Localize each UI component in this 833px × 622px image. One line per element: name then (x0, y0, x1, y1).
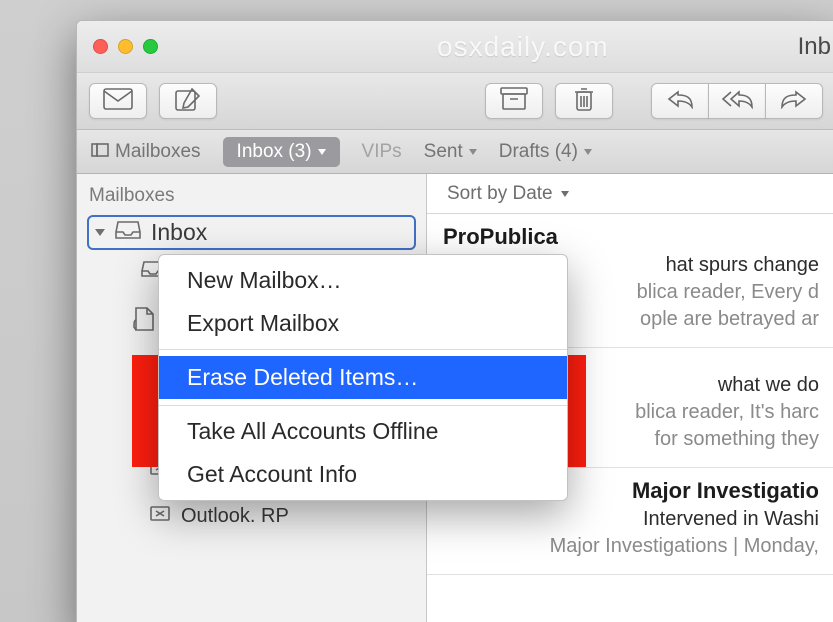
show-mailboxes-button[interactable]: Mailboxes (91, 141, 201, 163)
ctx-take-offline[interactable]: Take All Accounts Offline (159, 410, 567, 453)
envelope-icon (103, 88, 133, 115)
chevron-down-icon (584, 149, 592, 155)
chevron-down-icon (469, 149, 477, 155)
zoom-window-button[interactable] (143, 39, 158, 54)
reply-button[interactable] (651, 83, 709, 119)
message-from: ProPublica (443, 224, 819, 250)
forward-button[interactable] (765, 83, 823, 119)
fav-vips-label: VIPs (362, 141, 402, 163)
ctx-erase-deleted[interactable]: Erase Deleted Items… (159, 354, 567, 401)
message-preview: Major Investigations | Monday, (443, 533, 819, 560)
get-mail-button[interactable] (89, 83, 147, 119)
titlebar: Inb osxdaily.com (77, 21, 833, 73)
sidebar-item-inbox[interactable]: Inbox (87, 215, 416, 250)
menu-separator (159, 349, 567, 350)
minimize-window-button[interactable] (118, 39, 133, 54)
close-window-button[interactable] (93, 39, 108, 54)
sidebar-item-label: Inbox (151, 219, 207, 246)
ctx-export-mailbox[interactable]: Export Mailbox (159, 302, 567, 345)
fav-sent[interactable]: Sent (424, 141, 477, 163)
fav-drafts[interactable]: Drafts (4) (499, 141, 592, 163)
fav-vips[interactable]: VIPs (362, 141, 402, 163)
chevron-down-icon (318, 149, 326, 155)
sidebar-item-label: Outlook. RP (181, 505, 289, 528)
forward-icon (780, 89, 808, 114)
desktop-background: Inb osxdaily.com (0, 0, 833, 622)
window-title: Inb (798, 33, 833, 61)
inbox-tray-icon (115, 220, 141, 246)
mailboxes-label: Mailboxes (115, 141, 201, 163)
favorites-bar: Mailboxes Inbox (3) VIPs Sent Drafts (4) (77, 130, 833, 174)
context-menu: New Mailbox… Export Mailbox Erase Delete… (158, 254, 568, 501)
reply-icon (666, 89, 694, 114)
ctx-new-mailbox[interactable]: New Mailbox… (159, 259, 567, 302)
reply-group (651, 83, 823, 119)
toolbar (77, 73, 833, 130)
mailboxes-icon (91, 141, 109, 163)
watermark-text: osxdaily.com (437, 31, 609, 63)
message-subject: Intervened in Washi (443, 508, 819, 531)
window-controls (77, 39, 158, 54)
trash-icon (572, 86, 596, 117)
fav-inbox-pill[interactable]: Inbox (3) (223, 137, 340, 167)
sidebar-item-outlook[interactable]: Outlook. RP (149, 504, 416, 528)
junk-icon (149, 504, 171, 528)
sidebar-header: Mailboxes (87, 179, 416, 215)
reply-all-button[interactable] (708, 83, 766, 119)
compose-button[interactable] (159, 83, 217, 119)
sort-label: Sort by Date (447, 183, 553, 205)
archive-button[interactable] (485, 83, 543, 119)
document-icon (133, 306, 155, 338)
chevron-down-icon (561, 191, 569, 197)
reply-all-icon (721, 89, 753, 114)
fav-sent-label: Sent (424, 141, 463, 163)
delete-button[interactable] (555, 83, 613, 119)
disclosure-triangle-icon[interactable] (95, 229, 105, 236)
fav-drafts-label: Drafts (4) (499, 141, 578, 163)
ctx-account-info[interactable]: Get Account Info (159, 453, 567, 496)
fav-inbox-label: Inbox (3) (237, 141, 312, 163)
sort-button[interactable]: Sort by Date (427, 174, 833, 214)
menu-separator (159, 405, 567, 406)
compose-icon (175, 87, 201, 116)
archive-icon (500, 87, 528, 116)
